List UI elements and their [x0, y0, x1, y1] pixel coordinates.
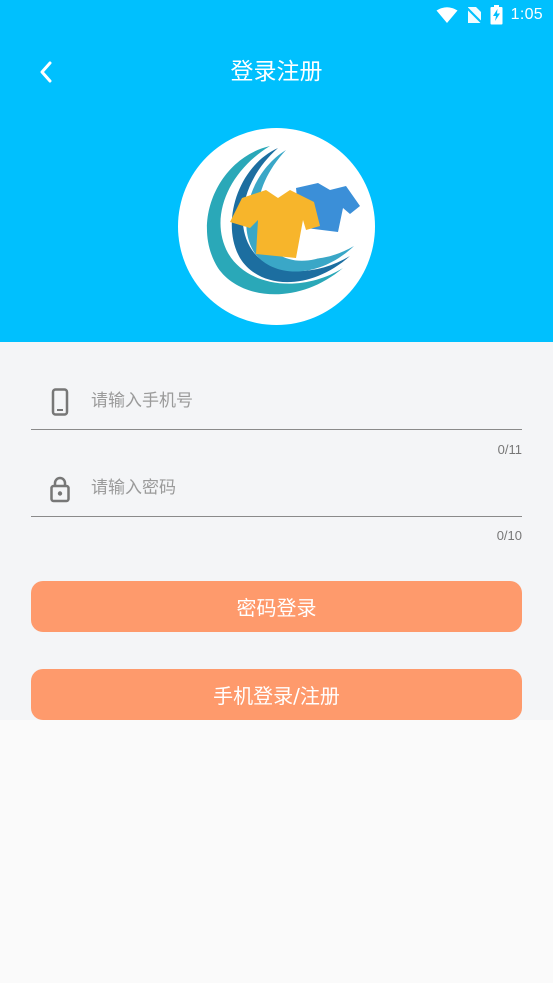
- login-form: 0/11 0/10 密码登录 手机登录/注册: [0, 342, 553, 720]
- password-counter: 0/10: [496, 528, 522, 543]
- phone-login-register-button[interactable]: 手机登录/注册: [31, 669, 522, 720]
- password-field: [31, 459, 522, 517]
- password-input[interactable]: [91, 459, 511, 517]
- status-icons: 1:05: [436, 5, 543, 25]
- phone-field: [31, 372, 522, 430]
- laundry-logo-icon: [206, 146, 360, 295]
- wifi-icon: [436, 6, 458, 23]
- status-bar: 1:05: [0, 0, 553, 30]
- battery-charging-icon: [490, 5, 503, 25]
- password-login-button[interactable]: 密码登录: [31, 581, 522, 632]
- no-sim-icon: [465, 6, 482, 24]
- phone-counter: 0/11: [497, 442, 522, 457]
- lock-icon: [50, 476, 70, 503]
- status-time: 1:05: [510, 6, 543, 23]
- page-title: 登录注册: [230, 59, 323, 85]
- logo: [178, 128, 375, 325]
- header: 1:05 登录注册: [0, 0, 553, 342]
- bottom-blank-area: [0, 720, 553, 983]
- phone-icon: [51, 388, 69, 416]
- phone-input[interactable]: [91, 372, 511, 430]
